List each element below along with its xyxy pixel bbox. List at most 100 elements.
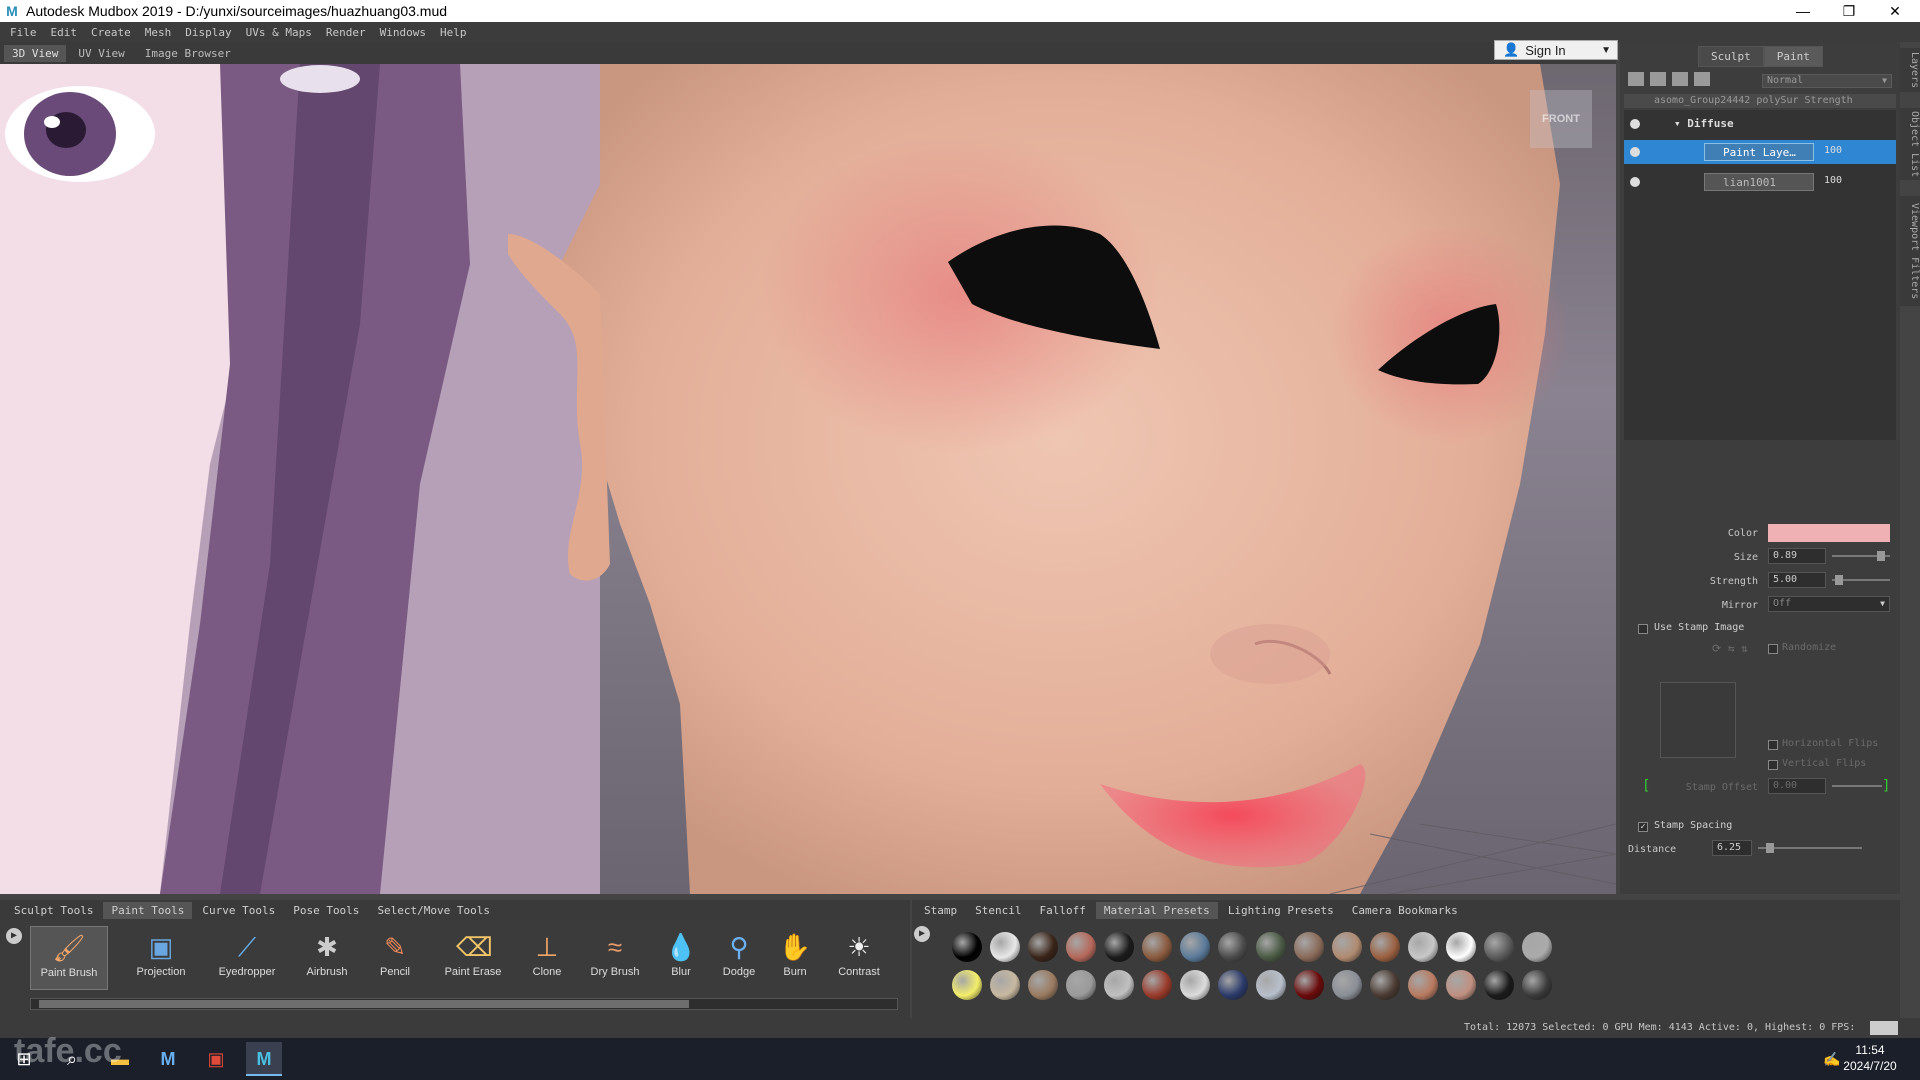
material-preset-ball[interactable]: [1028, 970, 1058, 1000]
rotate-icon[interactable]: ⟳ ⇆ ⇅: [1712, 642, 1748, 655]
use-stamp-image-checkbox[interactable]: [1638, 624, 1648, 634]
tab-pose-tools[interactable]: Pose Tools: [285, 902, 367, 919]
folder-icon[interactable]: [1672, 72, 1688, 86]
office-icon[interactable]: ▣: [198, 1042, 234, 1076]
minimize-button[interactable]: —: [1780, 0, 1826, 22]
mudbox-active-taskbar-icon[interactable]: M: [246, 1042, 282, 1076]
material-preset-ball[interactable]: [1370, 970, 1400, 1000]
menu-edit[interactable]: Edit: [51, 26, 78, 39]
vertical-flips-checkbox[interactable]: [1768, 760, 1778, 770]
tool-airbrush[interactable]: ✱ Airbrush: [288, 926, 366, 990]
tool-contrast[interactable]: ☀ Contrast: [820, 926, 898, 990]
layer-row-lian1001[interactable]: lian1001 100: [1624, 170, 1896, 194]
trash-icon[interactable]: [1694, 72, 1710, 86]
tab-paint-tools[interactable]: Paint Tools: [103, 901, 193, 919]
eye-icon[interactable]: [1650, 72, 1666, 86]
material-preset-ball[interactable]: [952, 970, 982, 1000]
horizontal-flips-checkbox[interactable]: [1768, 740, 1778, 750]
tool-paint-erase[interactable]: ⌫ Paint Erase: [434, 926, 512, 990]
material-preset-ball[interactable]: [1180, 970, 1210, 1000]
tab-uv-view[interactable]: UV View: [70, 45, 132, 62]
distance-field[interactable]: 6.25: [1712, 840, 1752, 856]
tab-material-presets[interactable]: Material Presets: [1095, 901, 1218, 919]
tab-stencil[interactable]: Stencil: [967, 902, 1029, 919]
visibility-toggle[interactable]: [1630, 177, 1640, 187]
material-preset-ball[interactable]: [1294, 970, 1324, 1000]
material-preset-ball[interactable]: [1256, 970, 1286, 1000]
3d-viewport[interactable]: FRONT: [0, 64, 1616, 894]
material-preset-ball[interactable]: [1370, 932, 1400, 962]
size-slider-knob[interactable]: [1876, 551, 1885, 561]
material-preset-ball[interactable]: [1294, 932, 1324, 962]
material-preset-ball[interactable]: [1408, 932, 1438, 962]
material-preset-ball[interactable]: [1484, 970, 1514, 1000]
tab-3d-view[interactable]: 3D View: [4, 44, 67, 62]
material-preset-ball[interactable]: [1332, 970, 1362, 1000]
tool-paint-brush[interactable]: 🖌 Paint Brush: [30, 926, 108, 990]
tool-shelf-scrollbar[interactable]: [30, 998, 898, 1010]
close-button[interactable]: ✕: [1872, 0, 1918, 22]
material-preset-ball[interactable]: [1446, 970, 1476, 1000]
view-cube[interactable]: FRONT: [1530, 90, 1592, 148]
tab-image-browser[interactable]: Image Browser: [137, 45, 239, 62]
material-preset-ball[interactable]: [1104, 970, 1134, 1000]
side-tab-viewport-filters[interactable]: Viewport Filters: [1900, 196, 1920, 306]
material-preset-ball[interactable]: [1522, 970, 1552, 1000]
tab-paint[interactable]: Paint: [1763, 46, 1823, 67]
material-preset-ball[interactable]: [1256, 932, 1286, 962]
material-preset-ball[interactable]: [1028, 932, 1058, 962]
material-preset-ball[interactable]: [1218, 970, 1248, 1000]
tab-lighting-presets[interactable]: Lighting Presets: [1220, 902, 1342, 919]
material-preset-ball[interactable]: [1218, 932, 1248, 962]
maximize-button[interactable]: ❐: [1826, 0, 1872, 22]
tab-falloff[interactable]: Falloff: [1031, 902, 1093, 919]
stamp-offset-slider[interactable]: [1832, 785, 1882, 787]
randomize-checkbox[interactable]: [1768, 644, 1778, 654]
mirror-select[interactable]: Off ▼: [1768, 596, 1890, 612]
material-preset-ball[interactable]: [1446, 932, 1476, 962]
visibility-toggle[interactable]: [1630, 147, 1640, 157]
shelf-expand-button[interactable]: ▶: [6, 928, 22, 944]
stamp-offset-field[interactable]: 0.00: [1768, 778, 1826, 794]
material-preset-ball[interactable]: [1066, 970, 1096, 1000]
material-preset-ball[interactable]: [990, 932, 1020, 962]
material-preset-ball[interactable]: [990, 970, 1020, 1000]
clock[interactable]: 11:54 2024/7/20: [1830, 1042, 1910, 1074]
tab-curve-tools[interactable]: Curve Tools: [194, 902, 283, 919]
tab-sculpt[interactable]: Sculpt: [1698, 46, 1764, 67]
menu-create[interactable]: Create: [91, 26, 131, 39]
tab-select-move-tools[interactable]: Select/Move Tools: [369, 902, 498, 919]
tab-sculpt-tools[interactable]: Sculpt Tools: [6, 902, 101, 919]
color-swatch[interactable]: [1768, 524, 1890, 542]
layer-row-paint[interactable]: Paint Laye… 100: [1624, 140, 1896, 164]
blend-mode-select[interactable]: Normal ▼: [1762, 74, 1892, 88]
menu-mesh[interactable]: Mesh: [145, 26, 172, 39]
material-preset-ball[interactable]: [1522, 932, 1552, 962]
sign-in-button[interactable]: 👤 Sign In ▼: [1494, 40, 1618, 60]
stamp-preview[interactable]: [1660, 682, 1736, 758]
material-preset-ball[interactable]: [952, 932, 982, 962]
material-preset-ball[interactable]: [1484, 932, 1514, 962]
strength-field[interactable]: 5.00: [1768, 572, 1826, 588]
side-tab-layers[interactable]: Layers: [1900, 48, 1920, 92]
shelf-expand-button[interactable]: ▶: [914, 926, 930, 942]
tool-projection[interactable]: ▣ Projection: [122, 926, 200, 990]
layer-group-diffuse[interactable]: ▾ Diffuse: [1624, 112, 1896, 136]
material-preset-ball[interactable]: [1066, 932, 1096, 962]
scrollbar-thumb[interactable]: [39, 1000, 689, 1008]
menu-render[interactable]: Render: [326, 26, 366, 39]
material-preset-ball[interactable]: [1142, 970, 1172, 1000]
tool-clone[interactable]: ⊥ Clone: [508, 926, 586, 990]
mudbox-taskbar-icon[interactable]: M: [150, 1042, 186, 1076]
material-preset-ball[interactable]: [1104, 932, 1134, 962]
menu-uvs-maps[interactable]: UVs & Maps: [246, 26, 312, 39]
size-field[interactable]: 0.89: [1768, 548, 1826, 564]
strength-slider-knob[interactable]: [1834, 575, 1843, 585]
layers-icon[interactable]: [1628, 72, 1644, 86]
menu-windows[interactable]: Windows: [380, 26, 426, 39]
menu-help[interactable]: Help: [440, 26, 467, 39]
material-preset-ball[interactable]: [1408, 970, 1438, 1000]
material-preset-ball[interactable]: [1142, 932, 1172, 962]
side-tab-object-list[interactable]: Object List: [1900, 108, 1920, 180]
layer-opacity[interactable]: 100: [1824, 175, 1842, 186]
